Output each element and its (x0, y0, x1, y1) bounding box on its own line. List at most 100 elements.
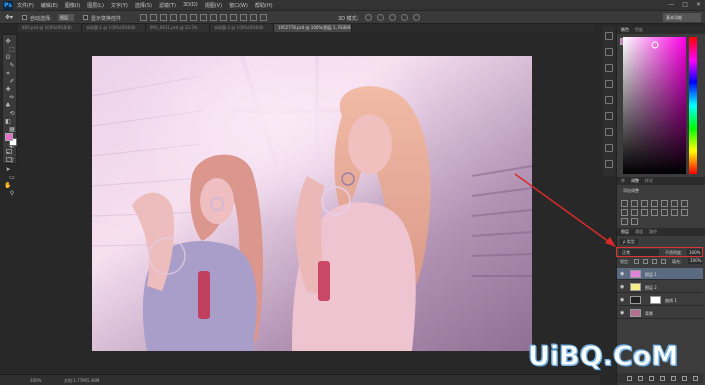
document-tab[interactable]: 未标题-2 @ 100%(RGB/8) (210, 24, 274, 32)
3d-pan-icon[interactable] (389, 14, 396, 21)
tab-styles[interactable]: 样式 (645, 177, 653, 185)
zoom-icon[interactable]: ⚲ (8, 190, 16, 197)
brush-panel-icon[interactable] (605, 64, 613, 72)
curves-icon[interactable] (641, 200, 648, 207)
history-panel-icon[interactable] (605, 32, 613, 40)
eye-icon[interactable]: ◉ (620, 271, 624, 277)
3d-slide-icon[interactable] (401, 14, 408, 21)
document-tab[interactable]: IMG_0831.psd @ 33.3% (146, 24, 210, 32)
stamp-icon[interactable]: ♣ (4, 102, 12, 109)
auto-align-icon[interactable] (260, 14, 267, 21)
screen-mode-icon[interactable] (6, 157, 12, 162)
distribute-right-icon[interactable] (250, 14, 257, 21)
glyphs-panel-icon[interactable] (605, 160, 613, 168)
menu-item[interactable]: 窗口(W) (229, 2, 248, 9)
document-tab[interactable]: 1952778.psd @ 100%(图层 1, RGB/8) (274, 24, 352, 32)
history-brush-icon[interactable]: ⟲ (8, 110, 16, 117)
3d-rotate-icon[interactable] (365, 14, 372, 21)
menu-item[interactable]: 文件(F) (17, 2, 34, 9)
invert-icon[interactable] (661, 209, 668, 216)
move-icon[interactable]: ✥ (4, 38, 12, 45)
eye-icon[interactable]: ◉ (620, 310, 624, 316)
menu-item[interactable]: 图像(I) (65, 2, 80, 9)
zoom-level[interactable]: 100% (30, 378, 41, 383)
menu-item[interactable]: 3D(D) (183, 2, 198, 9)
color-balance-icon[interactable] (681, 200, 688, 207)
exposure-icon[interactable] (651, 200, 658, 207)
hand-icon[interactable]: ✋ (4, 182, 12, 189)
character-panel-icon[interactable] (605, 128, 613, 136)
gradient-map-icon[interactable] (621, 218, 628, 225)
levels-icon[interactable] (631, 200, 638, 207)
tab-color[interactable]: 颜色 (621, 26, 629, 34)
info-panel-icon[interactable] (605, 112, 613, 120)
auto-select-dropdown[interactable]: 图层 (58, 14, 74, 21)
delete-layer-icon[interactable] (693, 375, 698, 381)
hue-saturation-icon[interactable] (671, 200, 678, 207)
distribute-middle-icon[interactable] (210, 14, 217, 21)
menu-item[interactable]: 视图(V) (205, 2, 222, 9)
eraser-icon[interactable]: ◧ (4, 118, 12, 125)
align-left-icon[interactable] (170, 14, 177, 21)
threshold-icon[interactable] (681, 209, 688, 216)
document-tab[interactable]: 800.psd @ 100%(RGB/8) (18, 24, 82, 32)
document-tab[interactable]: 未标题-1 @ 100%(RGB/8) (82, 24, 146, 32)
new-layer-icon[interactable] (682, 375, 687, 381)
menu-item[interactable]: 图层(L) (87, 2, 104, 9)
eye-icon[interactable]: ◉ (620, 284, 624, 290)
tab-adjustments[interactable]: 调整 (631, 177, 639, 185)
align-top-icon[interactable] (140, 14, 147, 21)
maximize-icon[interactable]: □ (682, 1, 688, 8)
tab-swatches[interactable]: 色板 (635, 26, 643, 34)
add-mask-icon[interactable] (649, 375, 654, 381)
menu-item[interactable]: 文字(Y) (111, 2, 128, 9)
layer-mask-thumbnail[interactable] (650, 296, 661, 304)
menu-item[interactable]: 选择(S) (135, 2, 152, 9)
blend-mode-dropdown[interactable]: 正常 (619, 249, 659, 256)
eye-icon[interactable]: ◉ (620, 297, 624, 303)
move-tool-icon[interactable]: ✥▾ (5, 14, 13, 21)
opacity-input[interactable]: 100% (687, 249, 702, 256)
distribute-bottom-icon[interactable] (220, 14, 227, 21)
eyedropper-icon[interactable]: ✐ (8, 78, 16, 85)
close-icon[interactable]: ✕ (696, 1, 701, 8)
color-picker-field[interactable] (623, 37, 686, 174)
lock-pixels-icon[interactable] (634, 259, 639, 264)
transform-controls-checkbox[interactable] (83, 15, 88, 20)
channel-mixer-icon[interactable] (641, 209, 648, 216)
actions-panel-icon[interactable] (605, 96, 613, 104)
black-white-icon[interactable] (621, 209, 628, 216)
new-adjustment-icon[interactable] (660, 375, 665, 381)
fx-icon[interactable] (638, 375, 643, 381)
menu-item[interactable]: 帮助(H) (255, 2, 273, 9)
3d-scale-icon[interactable] (413, 14, 420, 21)
layer-row[interactable]: ◉ 背景 (617, 307, 703, 319)
clone-source-icon[interactable] (605, 80, 613, 88)
brightness-icon[interactable] (621, 200, 628, 207)
shape-icon[interactable]: ▭ (8, 174, 16, 181)
lock-paint-icon[interactable] (643, 259, 648, 264)
new-group-icon[interactable] (671, 375, 676, 381)
quick-mask-icon[interactable] (6, 149, 12, 154)
properties-panel-icon[interactable] (605, 48, 613, 56)
lock-all-icon[interactable] (661, 259, 666, 264)
crop-icon[interactable]: ⌗ (4, 70, 12, 77)
align-bottom-icon[interactable] (160, 14, 167, 21)
distribute-center-icon[interactable] (240, 14, 247, 21)
menu-item[interactable]: 编辑(E) (41, 2, 58, 9)
healing-icon[interactable]: ✚ (4, 86, 12, 93)
fill-input[interactable]: 100% (688, 258, 702, 264)
distribute-top-icon[interactable] (200, 14, 207, 21)
foreground-color-swatch[interactable] (5, 133, 13, 141)
layer-row[interactable]: ◉ 图层 1 (617, 268, 703, 280)
layer-filter-kind[interactable]: ρ 类型 (620, 239, 638, 245)
photo-filter-icon[interactable] (631, 209, 638, 216)
vibrance-icon[interactable] (661, 200, 668, 207)
lock-move-icon[interactable] (652, 259, 657, 264)
posterize-icon[interactable] (671, 209, 678, 216)
tab-layers[interactable]: 图层 (621, 228, 629, 236)
path-select-icon[interactable]: ➤ (4, 166, 12, 173)
minimize-icon[interactable]: — (668, 1, 674, 8)
quick-select-icon[interactable]: ✎ (8, 62, 16, 69)
tab-channels[interactable]: 通道 (635, 228, 643, 236)
